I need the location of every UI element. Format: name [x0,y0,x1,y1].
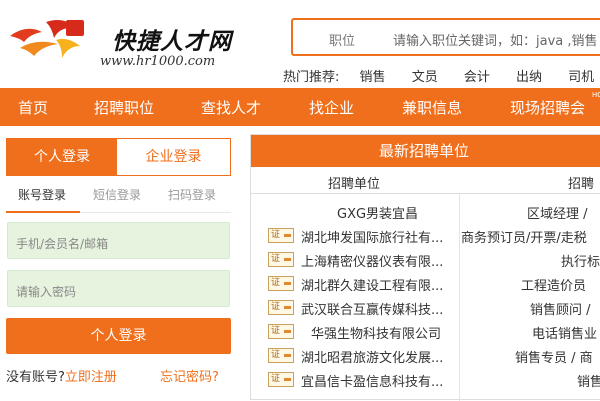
certified-icon: 证 [268,372,294,387]
active-tab-indicator [6,211,80,213]
job-link[interactable]: 销售 [577,371,600,390]
login-method-tabs: 账号登录 短信登录 扫码登录 [6,184,231,213]
job-link[interactable]: 执行标 [561,251,600,270]
logo-badge: 宜昌 [84,27,103,37]
hot-badge: HO [592,91,600,99]
search-placeholder: 请输入职位关键词，如：java ,销售 [393,34,598,49]
job-link[interactable]: 区域经理 / [527,203,588,222]
job-link[interactable]: 电话销售业 [532,323,597,342]
column-header-jobs: 招聘 [568,177,595,192]
company-link[interactable]: 上海精密仪器仪表有限... [301,251,443,270]
company-link[interactable]: 武汉联合互赢传媒科技... [301,299,443,318]
login-panel: 个人登录 企业登录 账号登录 短信登录 扫码登录 手机/会员名/邮箱 请输入密码… [6,138,231,400]
tab-account-login[interactable]: 账号登录 [18,186,66,203]
hot-keywords: 热门推荐: 销售 文员 会计 出纳 司机 [283,66,600,85]
certified-icon: 证 [268,228,294,243]
password-placeholder: 请输入密码 [16,285,77,299]
search-type-select[interactable]: 职位 [329,30,355,49]
login-button[interactable]: 个人登录 [6,318,231,354]
register-link[interactable]: 立即注册 [65,370,117,385]
table-row: 证 上海精密仪器仪表有限... 执行标 [251,249,600,273]
table-row: 证 宜昌信卡盈信息科技有... 销售 [251,369,600,393]
logo-flame-icon [10,20,84,58]
column-header-company: 招聘单位 [328,177,381,192]
no-account-text: 没有账号? [6,370,65,385]
job-link[interactable]: 销售顾问 / [530,299,591,318]
hot-keyword-link[interactable]: 司机 [568,70,594,85]
company-link[interactable]: 湖北坤发国际旅行社有... [301,227,443,246]
table-row: 证 湖北群久建设工程有限... 工程造价员 [251,273,600,297]
certified-icon: 证 [268,252,294,267]
table-row: 证 华强生物科技有限公司 电话销售业 [251,321,600,345]
table-row: 证 湖北昭君旅游文化发展... 销售专员 / 商 [251,345,600,369]
nav-item-parttime[interactable]: 兼职信息 [402,97,462,118]
logo-url: www.hr1000.com [100,54,216,69]
username-field[interactable]: 手机/会员名/邮箱 [7,222,230,259]
company-link[interactable]: 宜昌信卡盈信息科技有... [301,371,443,390]
login-tabs: 个人登录 企业登录 [6,138,231,176]
hot-keyword-link[interactable]: 销售 [360,70,386,85]
job-link[interactable]: 销售专员 / 商 [515,347,593,366]
job-link[interactable]: 工程造价员 [521,275,586,294]
tab-company-login[interactable]: 企业登录 [117,139,230,175]
tab-qr-login[interactable]: 扫码登录 [168,186,216,203]
company-link[interactable]: 湖北昭君旅游文化发展... [301,347,443,366]
panel-title: 最新招聘单位 [379,142,470,160]
tab-personal-login[interactable]: 个人登录 [7,139,117,175]
tab-sms-login[interactable]: 短信登录 [93,186,141,203]
password-field[interactable]: 请输入密码 [7,270,230,307]
certified-icon: 证 [268,276,294,291]
login-footer: 没有账号?立即注册 忘记密码? [6,366,246,385]
company-link[interactable]: 湖北群久建设工程有限... [301,275,443,294]
hot-keyword-link[interactable]: 出纳 [516,70,542,85]
table-row: GXG男装宜昌 区域经理 / [251,201,600,225]
certified-icon: 证 [268,348,294,363]
hot-keyword-link[interactable]: 会计 [464,70,490,85]
company-link[interactable]: 华强生物科技有限公司 [311,323,441,342]
forgot-password-link[interactable]: 忘记密码? [160,366,219,385]
nav-item-home[interactable]: 首页 [18,97,48,118]
nav-item-talent[interactable]: 查找人才 [201,97,261,118]
main-nav: 首页 招聘职位 查找人才 找企业 兼职信息 现场招聘会 HO [0,88,600,126]
table-row: 证 武汉联合互赢传媒科技... 销售顾问 / [251,297,600,321]
hot-label: 热门推荐: [283,70,340,85]
username-placeholder: 手机/会员名/邮箱 [16,237,109,251]
nav-item-jobs[interactable]: 招聘职位 [94,97,154,118]
latest-employers-panel: 最新招聘单位 招聘单位 招聘 GXG男装宜昌 区域经理 / 证 湖北坤发国际旅行… [250,134,600,401]
company-link[interactable]: GXG男装宜昌 [337,203,418,222]
table-row: 证 湖北坤发国际旅行社有... 商务预订员/开票/走税 [251,225,600,249]
panel-header: 最新招聘单位 [251,135,600,167]
job-link[interactable]: 商务预订员/开票/走税 [461,227,587,246]
divider [251,193,600,194]
nav-item-companies[interactable]: 找企业 [309,97,354,118]
site-header: 宜昌 快捷人才网 www.hr1000.com 职位 请输入职位关键词，如：ja… [0,0,600,88]
certified-icon: 证 [268,300,294,315]
nav-item-jobfair[interactable]: 现场招聘会 [510,97,585,118]
search-input[interactable]: 职位 请输入职位关键词，如：java ,销售 [291,18,600,56]
logo-title[interactable]: 快捷人才网 [112,22,232,56]
certified-icon: 证 [268,324,294,339]
hot-keyword-link[interactable]: 文员 [412,70,438,85]
